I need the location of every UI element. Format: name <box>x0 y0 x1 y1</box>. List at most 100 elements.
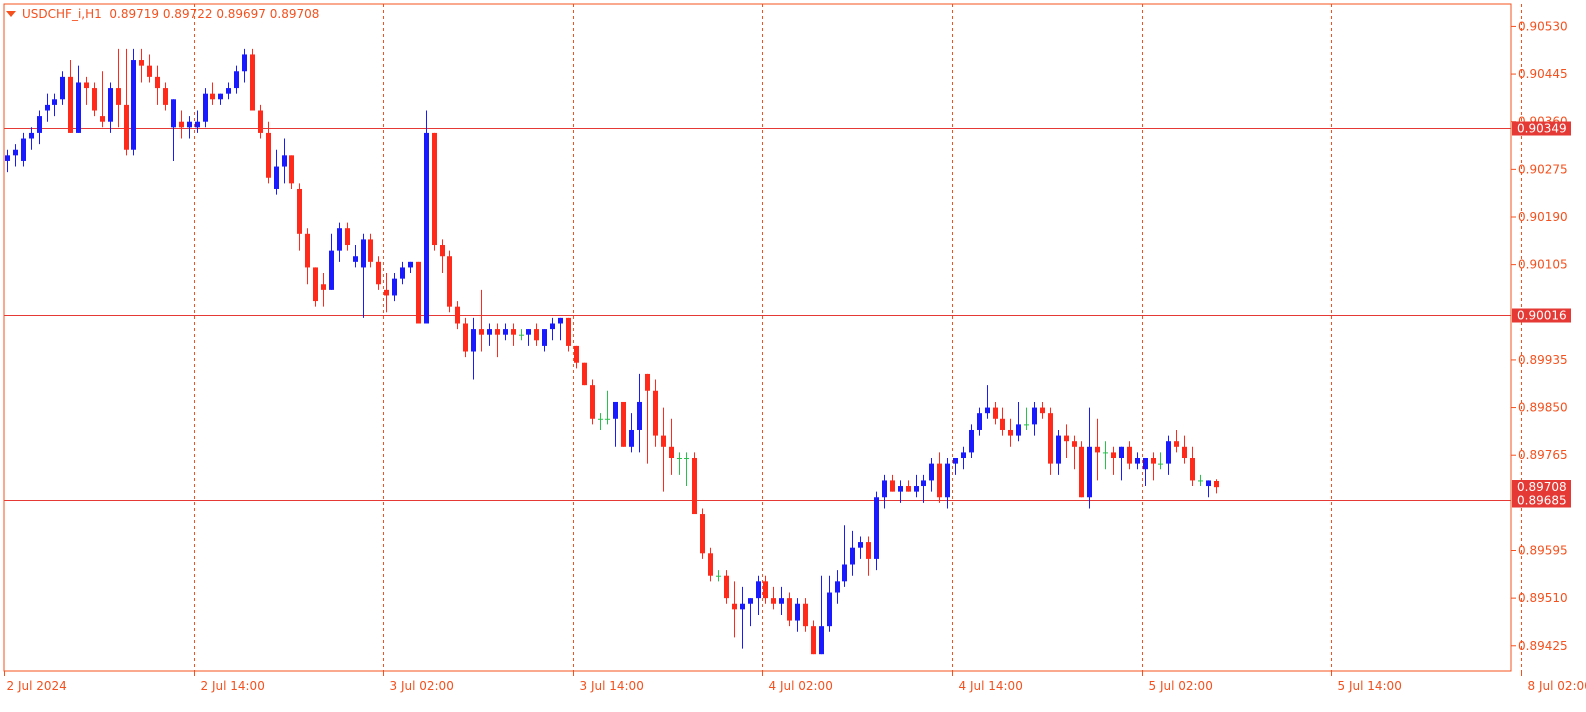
candle-body[interactable] <box>60 77 65 99</box>
candle-body[interactable] <box>226 88 231 94</box>
candle-body[interactable] <box>866 542 871 559</box>
candle-body[interactable] <box>653 391 658 436</box>
candle-body[interactable] <box>1166 441 1171 463</box>
candle-body[interactable] <box>827 593 832 627</box>
candle-body[interactable] <box>1174 441 1179 447</box>
candle-body[interactable] <box>76 82 81 132</box>
candle-body[interactable] <box>740 604 745 610</box>
candle-body[interactable] <box>598 419 603 420</box>
candle-body[interactable] <box>179 122 184 128</box>
candle-body[interactable] <box>977 413 982 430</box>
candle-body[interactable] <box>669 447 674 458</box>
candle-body[interactable] <box>242 54 247 71</box>
candle-body[interactable] <box>447 256 452 306</box>
candle-body[interactable] <box>700 514 705 553</box>
candle-body[interactable] <box>969 430 974 452</box>
candle-body[interactable] <box>961 452 966 458</box>
candle-body[interactable] <box>108 88 113 122</box>
candle-body[interactable] <box>416 262 421 324</box>
candle-body[interactable] <box>400 267 405 278</box>
candle-body[interactable] <box>629 430 634 447</box>
candle-body[interactable] <box>542 329 547 346</box>
candle-body[interactable] <box>550 323 555 329</box>
candle-body[interactable] <box>1016 424 1021 435</box>
candle-body[interactable] <box>289 155 294 183</box>
candle-body[interactable] <box>953 458 958 464</box>
candle-body[interactable] <box>945 464 950 498</box>
candle-body[interactable] <box>621 402 626 447</box>
candle-body[interactable] <box>811 626 816 654</box>
candle-body[interactable] <box>692 458 697 514</box>
candle-body[interactable] <box>163 88 168 105</box>
candle-body[interactable] <box>1143 458 1148 469</box>
symbol-dropdown-icon[interactable] <box>6 11 16 17</box>
candle-body[interactable] <box>408 262 413 268</box>
candle-body[interactable] <box>1064 436 1069 442</box>
candle-body[interactable] <box>463 323 468 351</box>
candle-body[interactable] <box>795 604 800 621</box>
candle-body[interactable] <box>353 256 358 262</box>
candle-body[interactable] <box>511 329 516 335</box>
candle-body[interactable] <box>100 116 105 122</box>
candle-body[interactable] <box>171 99 176 127</box>
candle-body[interactable] <box>914 486 919 492</box>
candle-body[interactable] <box>45 105 50 111</box>
candle-body[interactable] <box>874 497 879 559</box>
candle-body[interactable] <box>1008 430 1013 436</box>
candle-body[interactable] <box>13 150 18 156</box>
chart-area[interactable]: 2 Jul 20242 Jul 14:003 Jul 02:003 Jul 14… <box>0 0 1586 708</box>
candle-body[interactable] <box>345 228 350 245</box>
candle-body[interactable] <box>471 329 476 351</box>
candle-body[interactable] <box>929 464 934 481</box>
candle-body[interactable] <box>937 464 942 498</box>
candle-body[interactable] <box>763 581 768 598</box>
candle-body[interactable] <box>68 77 73 133</box>
candle-body[interactable] <box>376 262 381 284</box>
candle-body[interactable] <box>210 94 215 100</box>
candle-body[interactable] <box>116 88 121 105</box>
candle-body[interactable] <box>605 419 610 420</box>
candle-body[interactable] <box>858 542 863 548</box>
candle-body[interactable] <box>234 71 239 88</box>
candle-body[interactable] <box>1214 481 1219 487</box>
candle-body[interactable] <box>313 267 318 301</box>
candle-body[interactable] <box>218 94 223 100</box>
candle-body[interactable] <box>906 486 911 492</box>
candle-body[interactable] <box>574 346 579 363</box>
candle-body[interactable] <box>519 335 524 336</box>
candle-body[interactable] <box>250 54 255 110</box>
candle-body[interactable] <box>29 133 34 139</box>
candle-body[interactable] <box>455 307 460 324</box>
candle-body[interactable] <box>637 402 642 430</box>
candle-body[interactable] <box>819 626 824 654</box>
candle-body[interactable] <box>677 458 682 459</box>
candle-body[interactable] <box>1103 452 1108 453</box>
candle-body[interactable] <box>282 155 287 166</box>
candle-body[interactable] <box>84 82 89 88</box>
candle-body[interactable] <box>779 598 784 604</box>
candle-body[interactable] <box>139 60 144 66</box>
candle-body[interactable] <box>432 133 437 245</box>
candle-body[interactable] <box>993 408 998 419</box>
candle-body[interactable] <box>1079 447 1084 497</box>
candle-body[interactable] <box>21 139 26 161</box>
candle-body[interactable] <box>1024 424 1029 425</box>
candle-body[interactable] <box>368 239 373 261</box>
candle-body[interactable] <box>274 167 279 189</box>
candle-body[interactable] <box>534 329 539 340</box>
candle-body[interactable] <box>1040 408 1045 414</box>
candle-body[interactable] <box>1032 408 1037 425</box>
candle-body[interactable] <box>661 436 666 447</box>
candle-body[interactable] <box>850 548 855 565</box>
candle-body[interactable] <box>187 122 192 128</box>
candle-body[interactable] <box>361 239 366 267</box>
candle-body[interactable] <box>1190 458 1195 480</box>
candle-body[interactable] <box>305 234 310 268</box>
candle-body[interactable] <box>1135 458 1140 464</box>
candle-body[interactable] <box>1198 480 1203 481</box>
candle-body[interactable] <box>203 94 208 122</box>
candle-body[interactable] <box>1127 447 1132 464</box>
candle-body[interactable] <box>835 581 840 592</box>
candle-body[interactable] <box>258 110 263 132</box>
candle-body[interactable] <box>1111 452 1116 458</box>
